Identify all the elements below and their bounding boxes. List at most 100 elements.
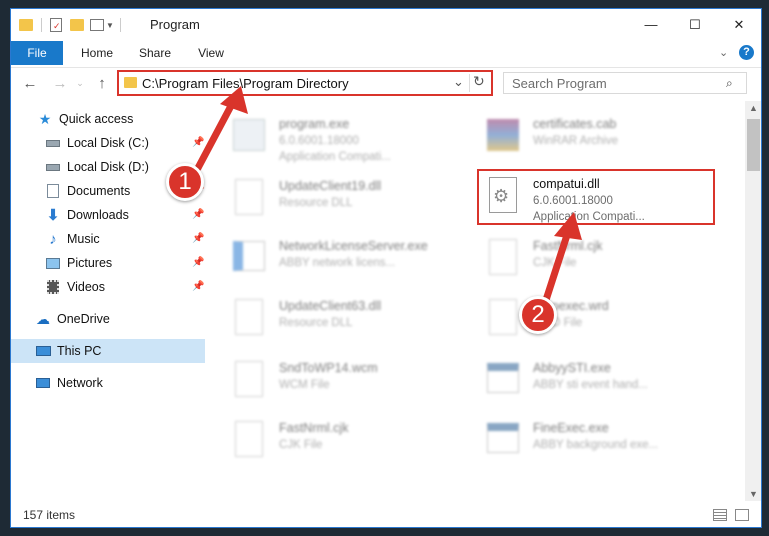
file-name: NetworkLicenseServer.exe <box>279 239 428 253</box>
file-item[interactable]: FastNrml.cjk CJK File <box>223 413 463 473</box>
file-name: FastNrml.cjk <box>533 239 603 253</box>
maximize-button[interactable]: ☐ <box>673 9 717 40</box>
computer-icon <box>35 343 51 359</box>
exe-icon <box>485 419 521 461</box>
scrollbar-thumb[interactable] <box>747 119 760 171</box>
minimize-button[interactable]: — <box>629 9 673 40</box>
tab-home[interactable]: Home <box>73 41 121 65</box>
pin-icon[interactable]: 📌 <box>192 281 204 293</box>
file-item[interactable]: UpdateClient19.dll Resource DLL <box>223 171 463 231</box>
arrow-up-icon: ↑ <box>98 74 106 92</box>
file-type: WCM File <box>279 379 330 391</box>
ribbon-tabs: File Home Share View ⌄ ? <box>11 41 761 65</box>
nav-item-label: Videos <box>67 280 105 294</box>
highlight-box <box>477 169 715 225</box>
dll-icon <box>231 177 267 219</box>
back-button[interactable]: ← <box>19 72 41 94</box>
file-type: ABBY network licens... <box>279 257 396 269</box>
drive-icon <box>45 135 61 151</box>
file-icon <box>485 237 521 279</box>
scroll-up-icon[interactable]: ▲ <box>749 103 758 113</box>
file-name: FastNrml.cjk <box>279 421 349 435</box>
file-icon <box>231 419 267 461</box>
customize-toolbar-icon[interactable] <box>90 19 104 31</box>
file-item[interactable]: certificates.cab WinRAR Archive <box>477 109 717 169</box>
file-item[interactable]: NetworkLicenseServer.exe ABBY network li… <box>223 231 463 291</box>
nav-item-downloads[interactable]: ⬇ Downloads 📌 <box>11 203 205 227</box>
file-type: CJK File <box>279 439 323 451</box>
details-view-icon[interactable] <box>713 509 727 521</box>
file-item[interactable]: FineExec.exe ABBY background exe... <box>477 413 717 473</box>
annotation-badge-2: 2 <box>519 296 557 334</box>
chevron-down-icon[interactable]: ⌄ <box>453 74 464 90</box>
nav-item-this-pc[interactable]: This PC <box>11 339 205 363</box>
music-icon: ♪ <box>49 230 57 248</box>
scroll-down-icon[interactable]: ▼ <box>749 489 758 499</box>
nav-item-pictures[interactable]: Pictures 📌 <box>11 251 205 275</box>
nav-item-local-disk-c[interactable]: Local Disk (C:) 📌 <box>11 131 205 155</box>
address-path[interactable]: C:\Program Files\Program Directory <box>142 76 349 91</box>
pictures-icon <box>45 255 61 271</box>
nav-item-label: Downloads <box>67 208 129 222</box>
folder-icon[interactable] <box>19 19 33 31</box>
file-item[interactable]: program.exe 6.0.6001.18000 Application C… <box>223 109 463 169</box>
nav-item-label: Local Disk (C:) <box>67 136 149 150</box>
arrow-right-icon: → <box>52 74 68 92</box>
refresh-icon[interactable]: ↻ <box>473 73 485 90</box>
navigation-pane: ★ Quick access Local Disk (C:) 📌 Local D… <box>11 101 205 501</box>
address-bar[interactable]: C:\Program Files\Program Directory ⌄ ↻ <box>117 70 493 96</box>
file-item[interactable]: Autoexec.wrd WRD File <box>477 291 717 351</box>
recent-locations-button[interactable]: ⌄ <box>69 72 91 94</box>
dll-icon <box>231 297 267 339</box>
window-title: Program <box>150 17 200 32</box>
help-icon[interactable]: ? <box>739 45 754 60</box>
nav-item-label: Network <box>57 376 103 390</box>
nav-item-quick-access[interactable]: ★ Quick access <box>11 107 205 131</box>
nav-item-label: Documents <box>67 184 131 198</box>
pin-icon[interactable]: 📌 <box>192 233 204 245</box>
pin-icon[interactable]: 📌 <box>192 257 204 269</box>
file-type: Application Compati... <box>279 151 391 163</box>
status-bar: 157 items <box>11 503 761 527</box>
tab-file[interactable]: File <box>11 41 63 65</box>
file-item[interactable]: SndToWP14.wcm WCM File <box>223 353 463 413</box>
chevron-down-icon: ⌄ <box>76 77 84 88</box>
tab-view[interactable]: View <box>187 41 235 65</box>
up-button[interactable]: ↑ <box>91 72 113 94</box>
exe-icon <box>485 359 521 401</box>
pin-icon[interactable]: 📌 <box>192 209 204 221</box>
archive-icon <box>485 115 521 157</box>
divider <box>41 18 42 32</box>
large-icons-view-icon[interactable] <box>735 509 749 521</box>
exe-icon <box>231 237 267 279</box>
file-icon <box>485 297 521 339</box>
forward-button[interactable]: → <box>49 72 71 94</box>
file-name: FineExec.exe <box>533 421 609 435</box>
nav-item-label: OneDrive <box>57 312 110 326</box>
nav-item-label: Quick access <box>59 112 134 126</box>
chevron-down-icon[interactable]: ▼ <box>106 21 114 30</box>
file-icon <box>231 359 267 401</box>
nav-item-onedrive[interactable]: ☁ OneDrive <box>11 307 205 331</box>
search-input[interactable]: Search Program ⌕ <box>503 72 747 94</box>
file-item[interactable]: AbbyySTI.exe ABBY sti event hand... <box>477 353 717 413</box>
pin-icon[interactable]: 📌 <box>192 137 204 149</box>
annotation-badge-1: 1 <box>166 163 204 201</box>
file-type: CJK File <box>533 257 577 269</box>
item-count: 157 items <box>23 508 76 522</box>
nav-item-network[interactable]: Network <box>11 371 205 395</box>
title-bar: ✓ ▼ Program — ☐ ✕ <box>11 9 761 41</box>
nav-item-videos[interactable]: Videos 📌 <box>11 275 205 299</box>
divider <box>119 18 121 32</box>
file-item[interactable]: FastNrml.cjk CJK File <box>477 231 717 291</box>
expand-ribbon-icon[interactable]: ⌄ <box>719 46 728 59</box>
properties-icon[interactable]: ✓ <box>50 18 62 32</box>
tab-share[interactable]: Share <box>131 41 179 65</box>
vertical-scrollbar[interactable]: ▲ ▼ <box>745 101 761 501</box>
file-item[interactable]: UpdateClient63.dll Resource DLL <box>223 291 463 351</box>
nav-item-label: This PC <box>57 344 102 358</box>
close-button[interactable]: ✕ <box>717 9 761 40</box>
new-folder-icon[interactable] <box>70 19 84 31</box>
nav-item-music[interactable]: ♪ Music 📌 <box>11 227 205 251</box>
nav-item-label: Local Disk (D:) <box>67 160 149 174</box>
